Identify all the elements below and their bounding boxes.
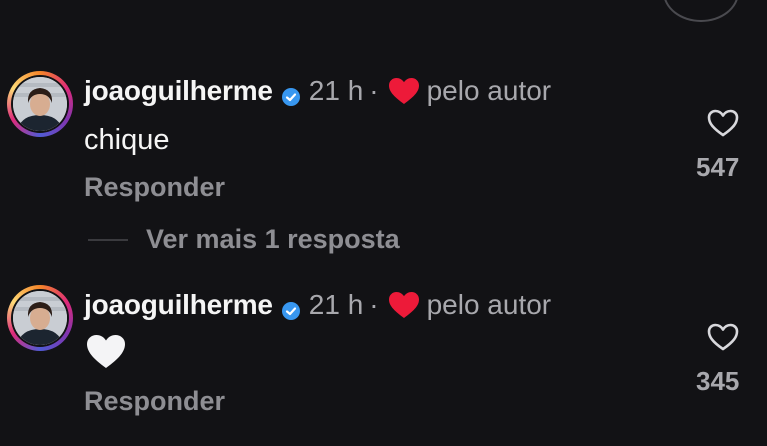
- view-more-replies[interactable]: Ver mais 1 resposta: [88, 224, 400, 255]
- comment-time: 21 h: [308, 289, 364, 320]
- username[interactable]: joaoguilherme: [84, 74, 273, 108]
- reply-button[interactable]: Responder: [84, 172, 225, 203]
- comment-time: 21 h: [308, 75, 364, 106]
- view-more-replies-label[interactable]: Ver mais 1 resposta: [146, 224, 400, 255]
- heart-outline-icon[interactable]: [706, 322, 740, 352]
- separator: ·: [369, 289, 379, 320]
- verified-badge-icon: [281, 81, 301, 106]
- verified-badge-icon: [281, 295, 301, 320]
- comment-text: chique: [84, 124, 170, 156]
- username[interactable]: joaoguilherme: [84, 288, 273, 322]
- top-avatar-fragment: [663, 0, 739, 22]
- comment-header: joaoguilherme 21 h · pelo autor: [84, 288, 551, 322]
- divider: [88, 238, 128, 241]
- like-count: 345: [696, 366, 740, 396]
- avatar[interactable]: [7, 285, 73, 351]
- white-heart-emoji: [86, 334, 126, 370]
- comment-header: joaoguilherme 21 h · pelo autor: [84, 74, 551, 108]
- like-count: 547: [696, 152, 740, 182]
- reply-button[interactable]: Responder: [84, 386, 225, 417]
- heart-red-icon: [388, 77, 419, 105]
- separator: ·: [369, 75, 379, 106]
- avatar[interactable]: [7, 71, 73, 137]
- liked-by-author-label: pelo autor: [426, 75, 552, 106]
- heart-outline-icon[interactable]: [706, 108, 740, 138]
- heart-red-icon: [388, 291, 419, 319]
- liked-by-author-label: pelo autor: [426, 289, 552, 320]
